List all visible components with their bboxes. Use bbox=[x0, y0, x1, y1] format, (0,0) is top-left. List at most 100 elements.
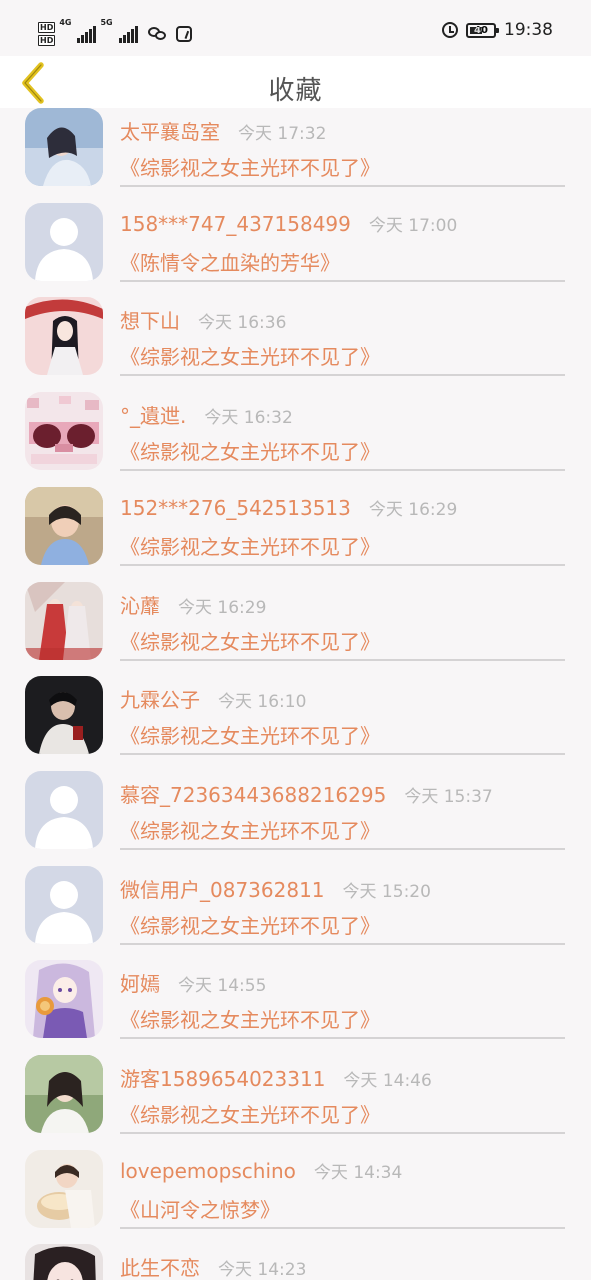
list-item[interactable]: 慕容_72363443688216295 今天 15:37 《综影视之女主光环不… bbox=[0, 770, 591, 866]
book-title[interactable]: 《山河令之惊梦》 bbox=[120, 1194, 280, 1223]
timestamp: 今天 17:32 bbox=[238, 124, 327, 144]
avatar[interactable] bbox=[25, 202, 103, 281]
name-line: 妸嫣 今天 14:55 bbox=[120, 968, 266, 998]
book-title[interactable]: 《综影视之女主光环不见了》 bbox=[120, 910, 380, 939]
avatar[interactable] bbox=[25, 1149, 103, 1228]
avatar[interactable] bbox=[25, 770, 103, 849]
photo-kid-cake-icon bbox=[25, 1149, 103, 1228]
list-item[interactable]: 太平襄岛室 今天 17:32 《综影视之女主光环不见了》 bbox=[0, 108, 591, 203]
status-left: HD HD 4G 5G bbox=[38, 18, 192, 50]
avatar[interactable] bbox=[25, 865, 103, 944]
status-right: 40 19:38 bbox=[442, 20, 553, 40]
timestamp: 今天 15:20 bbox=[342, 881, 431, 902]
default-avatar-icon bbox=[25, 770, 103, 849]
list-item[interactable]: 沁蘼 今天 16:29 《综影视之女主光环不见了》 bbox=[0, 581, 591, 677]
list-item[interactable]: 游客1589654023311 今天 14:46 《综影视之女主光环不见了》 bbox=[0, 1055, 591, 1150]
list-item[interactable]: °_遺迣. 今天 16:32 《综影视之女主光环不见了》 bbox=[0, 392, 591, 487]
name-line: lovepemopschino 今天 14:34 bbox=[120, 1158, 402, 1188]
book-title[interactable]: 《综影视之女主光环不见了》 bbox=[120, 626, 380, 655]
book-title[interactable]: 《综影视之女主光环不见了》 bbox=[120, 1004, 380, 1033]
name-line: 想下山 今天 16:36 bbox=[120, 305, 286, 335]
divider bbox=[120, 563, 565, 566]
username[interactable]: 沁蘼 bbox=[120, 590, 160, 619]
name-line: 沁蘼 今天 16:29 bbox=[120, 590, 266, 620]
book-title[interactable]: 《综影视之女主光环不见了》 bbox=[120, 341, 380, 370]
battery-level: 40 bbox=[474, 24, 488, 36]
ancient-lady-icon bbox=[25, 297, 103, 376]
battery-icon: 40 bbox=[466, 22, 499, 38]
divider bbox=[120, 185, 565, 187]
name-line: 九霖公子 今天 16:10 bbox=[120, 684, 306, 714]
default-avatar-icon bbox=[25, 865, 103, 944]
username[interactable]: °_遺迣. bbox=[120, 400, 186, 429]
book-title[interactable]: 《综影视之女主光环不见了》 bbox=[120, 815, 380, 844]
anime-girl-icon bbox=[25, 960, 103, 1039]
name-line: °_遺迣. 今天 16:32 bbox=[120, 400, 293, 430]
avatar[interactable] bbox=[25, 1055, 103, 1133]
avatar[interactable] bbox=[25, 960, 103, 1039]
list-item[interactable]: 九霖公子 今天 16:10 《综影视之女主光环不见了》 bbox=[0, 676, 591, 771]
timestamp: 今天 17:00 bbox=[368, 215, 458, 236]
sim-indicators: HD HD bbox=[38, 22, 56, 46]
list-item[interactable]: 微信用户_087362811 今天 15:20 《综影视之女主光环不见了》 bbox=[0, 865, 591, 961]
username[interactable]: 微信用户_087362811 bbox=[120, 874, 325, 903]
status-bar: HD HD 4G 5G 40 19:38 bbox=[0, 0, 591, 56]
list-item[interactable]: 158***747_437158499 今天 17:00 《陈情令之血染的芳华》 bbox=[0, 202, 591, 298]
pink-pixel-icon bbox=[25, 392, 103, 471]
avatar[interactable] bbox=[25, 676, 103, 755]
list-item[interactable]: 想下山 今天 16:36 《综影视之女主光环不见了》 bbox=[0, 297, 591, 392]
title-bar: 收藏 bbox=[0, 56, 591, 108]
name-line: 此生不恋 今天 14:23 bbox=[120, 1252, 306, 1280]
timestamp: 今天 16:10 bbox=[218, 692, 307, 713]
avatar[interactable] bbox=[25, 1244, 103, 1280]
username[interactable]: 太平襄岛室 bbox=[120, 116, 220, 145]
username[interactable]: 妸嫣 bbox=[120, 968, 160, 997]
username[interactable]: 游客1589654023311 bbox=[120, 1063, 325, 1092]
divider bbox=[120, 753, 565, 756]
status-time: 19:38 bbox=[504, 20, 553, 40]
sim1-hd-icon: HD bbox=[38, 22, 56, 33]
book-title[interactable]: 《综影视之女主光环不见了》 bbox=[120, 720, 380, 749]
network1-label: 4G bbox=[59, 18, 72, 27]
username[interactable]: 158***747_437158499 bbox=[120, 212, 351, 236]
timestamp: 今天 16:32 bbox=[204, 408, 293, 429]
avatar[interactable] bbox=[25, 392, 103, 471]
avatar[interactable] bbox=[25, 486, 103, 565]
username[interactable]: 想下山 bbox=[120, 305, 180, 334]
divider bbox=[120, 1037, 565, 1040]
list-item[interactable]: lovepemopschino 今天 14:34 《山河令之惊梦》 bbox=[0, 1149, 591, 1245]
divider bbox=[120, 374, 565, 377]
name-line: 微信用户_087362811 今天 15:20 bbox=[120, 874, 431, 904]
name-line: 游客1589654023311 今天 14:46 bbox=[120, 1063, 432, 1093]
list-item[interactable]: 妸嫣 今天 14:55 《综影视之女主光环不见了》 bbox=[0, 960, 591, 1055]
divider bbox=[120, 658, 565, 661]
book-title[interactable]: 《陈情令之血染的芳华》 bbox=[120, 247, 340, 276]
book-title[interactable]: 《综影视之女主光环不见了》 bbox=[120, 152, 380, 181]
divider bbox=[120, 1132, 565, 1134]
app-notification-icon bbox=[175, 26, 192, 42]
divider bbox=[120, 847, 565, 850]
book-title[interactable]: 《综影视之女主光环不见了》 bbox=[120, 436, 380, 465]
list-item[interactable]: 152***276_542513513 今天 16:29 《综影视之女主光环不见… bbox=[0, 486, 591, 582]
list-item[interactable]: 此生不恋 今天 14:23 《综影视之女主光环不见了》 bbox=[0, 1244, 591, 1280]
avatar[interactable] bbox=[25, 297, 103, 376]
username[interactable]: 此生不恋 bbox=[120, 1252, 200, 1280]
username[interactable]: 慕容_72363443688216295 bbox=[120, 779, 386, 808]
divider bbox=[120, 1226, 565, 1229]
username[interactable]: lovepemopschino bbox=[120, 1159, 296, 1183]
avatar[interactable] bbox=[25, 108, 103, 186]
username[interactable]: 九霖公子 bbox=[120, 684, 200, 713]
name-line: 太平襄岛室 今天 17:32 bbox=[120, 116, 326, 146]
photo-girl-blue-icon bbox=[25, 108, 103, 186]
name-line: 158***747_437158499 今天 17:00 bbox=[120, 211, 457, 241]
alarm-icon bbox=[442, 22, 458, 38]
book-title[interactable]: 《综影视之女主光环不见了》 bbox=[120, 1099, 380, 1128]
timestamp: 今天 16:29 bbox=[178, 597, 267, 618]
username[interactable]: 152***276_542513513 bbox=[120, 496, 351, 520]
signal2-icon bbox=[118, 25, 138, 43]
book-title[interactable]: 《综影视之女主光环不见了》 bbox=[120, 531, 380, 560]
page-title: 收藏 bbox=[268, 76, 323, 106]
ancient-couple-icon bbox=[25, 581, 103, 660]
timestamp: 今天 16:36 bbox=[198, 313, 287, 334]
avatar[interactable] bbox=[25, 581, 103, 660]
